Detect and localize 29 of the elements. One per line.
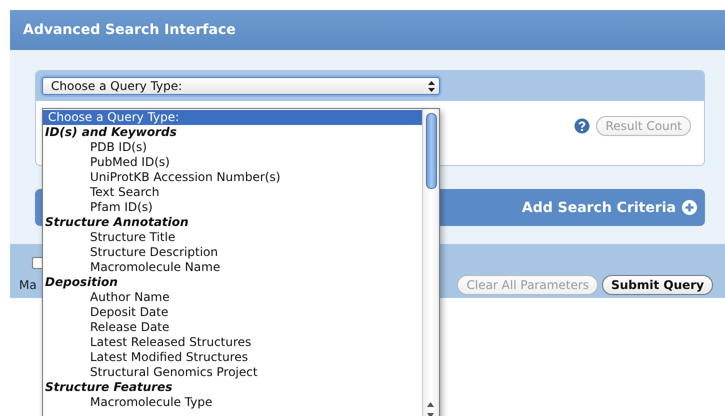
help-icon[interactable] [574,118,590,134]
scrollbar-thumb[interactable] [426,113,437,189]
dropdown-option[interactable]: UniProtKB Accession Number(s) [43,170,422,185]
dropdown-option[interactable]: Structural Genomics Project [43,365,422,380]
dropdown-option[interactable]: PDB ID(s) [43,140,422,155]
option-label: Ma [19,278,37,292]
panel-title: Advanced Search Interface [23,22,236,38]
dropdown-option[interactable]: Release Date [43,320,422,335]
stepper-icon [428,80,435,92]
scrollbar[interactable] [422,109,439,416]
dropdown-option[interactable]: Author Name [43,290,422,305]
submit-query-button[interactable]: Submit Query [602,275,713,295]
dropdown-option[interactable]: Latest Released Structures [43,335,422,350]
dropdown-option[interactable]: Pfam ID(s) [43,200,422,215]
dropdown-option[interactable]: Macromolecule Name [43,260,422,275]
option-group-label: Structure Annotation [44,215,190,230]
dropdown-option[interactable]: Latest Modified Structures [43,350,422,365]
dropdown-option[interactable]: PubMed ID(s) [43,155,422,170]
dropdown-option[interactable]: Choose a Query Type: [43,110,422,125]
option-group-label: Deposition [44,275,119,290]
dropdown-option[interactable]: Structure Description [43,245,422,260]
dropdown-option[interactable]: Macromolecule Type [43,395,422,410]
dropdown-option[interactable]: Text Search [43,185,422,200]
dropdown-option[interactable]: Deposit Date [43,305,422,320]
option-group-label: Structure Features [44,380,174,395]
option-group-label: ID(s) and Keywords [44,125,178,140]
dropdown-option[interactable]: Structure Title [43,230,422,245]
plus-circle-icon [682,200,697,215]
query-type-select[interactable]: Choose a Query Type: [42,77,440,95]
